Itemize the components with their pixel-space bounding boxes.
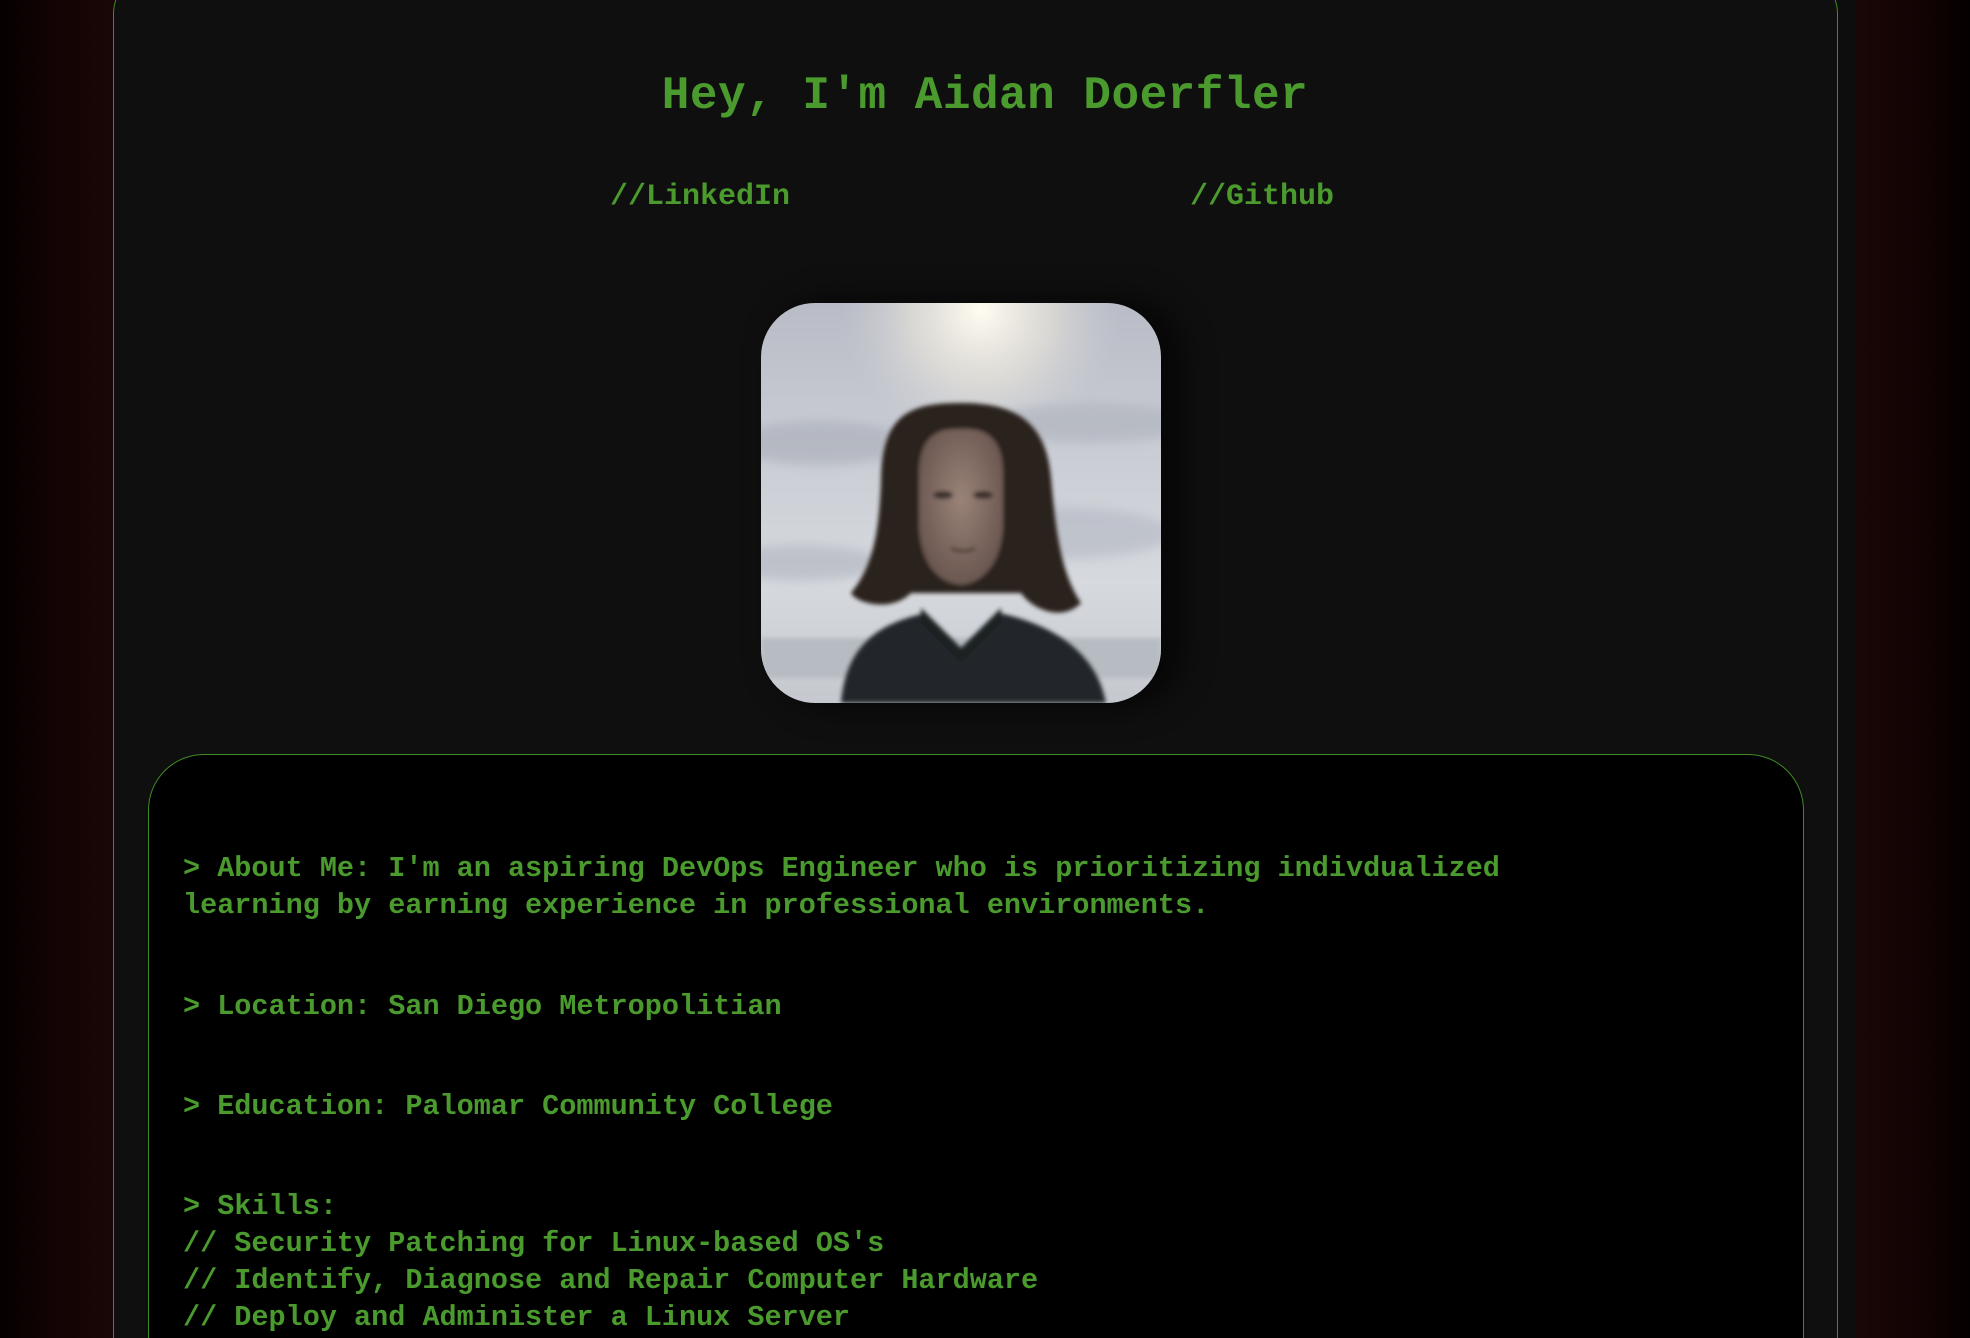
skills-section: > Skills: // Security Patching for Linux…: [183, 1188, 1038, 1336]
skills-heading: > Skills:: [183, 1190, 337, 1223]
skill-item: // Security Patching for Linux-based OS'…: [183, 1227, 885, 1260]
location-line: > Location: San Diego Metropolitian: [183, 990, 782, 1023]
education-line: > Education: Palomar Community College: [183, 1090, 833, 1123]
skill-item: // Identify, Diagnose and Repair Compute…: [183, 1264, 1039, 1297]
github-link[interactable]: //Github: [1190, 180, 1334, 214]
page-title: Hey, I'm Aidan Doerfler: [661, 70, 1309, 122]
skill-item: // Deploy and Administer a Linux Server: [183, 1301, 851, 1334]
profile-photo: [761, 303, 1161, 703]
about-me-section: > About Me: I'm an aspiring DevOps Engin…: [183, 850, 1500, 924]
about-me-line-2: learning by earning experience in profes…: [183, 889, 1210, 922]
about-me-line-1: > About Me: I'm an aspiring DevOps Engin…: [183, 852, 1500, 885]
linkedin-link[interactable]: //LinkedIn: [610, 180, 790, 214]
